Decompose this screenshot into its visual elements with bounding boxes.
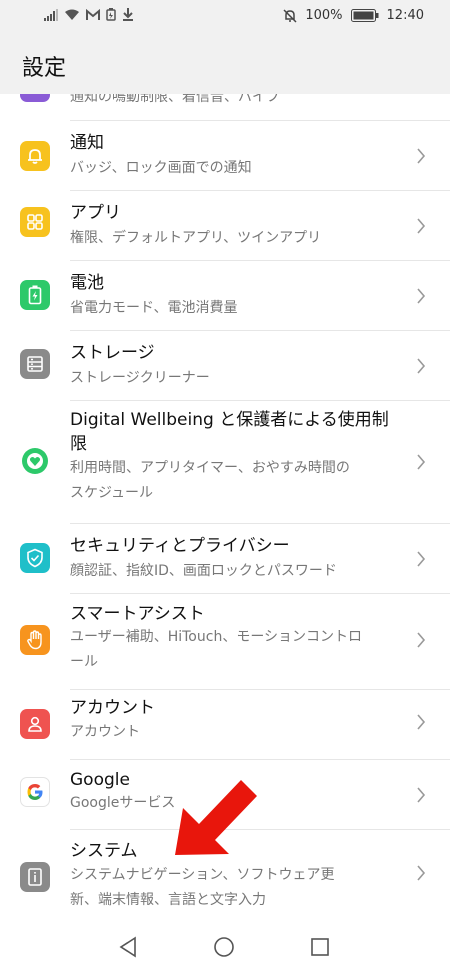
settings-item-notifications[interactable]: 通知 バッジ、ロック画面での通知 [0,121,450,190]
settings-item-security[interactable]: セキュリティとプライバシー 顔認証、指紋ID、画面ロックとパスワード [0,524,450,593]
settings-item-title: Digital Wellbeing と保護者による使用制 限 [70,408,400,456]
chevron-right-icon [417,288,426,304]
status-time: 12:40 [386,8,424,23]
settings-item-subtitle: システムナビゲーション、ソフトウェア更 新、端末情報、言語と文字入力 [70,863,402,913]
page-title: 設定 [22,56,67,81]
battery-icon [350,9,379,22]
account-icon [20,709,50,739]
settings-item-title: 通知 [70,133,104,153]
hand-icon [20,625,50,655]
settings-item-title: アカウント [70,698,155,718]
status-bar: 100% 12:40 [0,0,450,36]
chevron-right-icon [417,865,426,881]
settings-item-accounts[interactable]: アカウント アカウント [0,690,450,759]
settings-item-subtitle: 省電力モード、電池消費量 [70,300,238,316]
settings-item-title: スマートアシスト [70,604,205,624]
settings-item-subtitle-line1: ユーザー補助、HiTouch、モーションコントロ [70,629,363,645]
settings-item-title: ストレージ [70,343,155,363]
google-icon [20,777,50,807]
settings-item-smart-assist[interactable]: スマートアシスト ユーザー補助、HiTouch、モーションコントロ ール [0,594,450,689]
battery-percent: 100% [305,8,343,23]
settings-item-subtitle: アカウント [70,724,140,740]
wellbeing-heart-icon [20,446,50,476]
sound-icon [20,94,50,102]
download-icon [123,8,133,21]
status-left-icons [44,8,134,21]
chevron-right-icon [417,148,426,164]
settings-item-subtitle: 通知の鳴動制限、着信音、バイブ [70,94,280,105]
settings-item-subtitle: 顔認証、指紋ID、画面ロックとパスワード [70,563,337,579]
chevron-right-icon [417,551,426,567]
mute-icon [283,8,297,23]
bell-icon [20,141,50,171]
signal-icon [44,8,58,21]
wifi-icon [65,9,79,20]
settings-item-subtitle-line2: 新、端末情報、言語と文字入力 [70,892,266,908]
battery-saver-icon [106,8,116,21]
settings-item-storage[interactable]: ストレージ ストレージクリーナー [0,331,450,400]
chevron-right-icon [417,358,426,374]
home-icon[interactable] [213,936,235,958]
battery-icon [20,280,50,310]
status-right: 100% 12:40 [283,8,424,23]
settings-item-subtitle: 権限、デフォルトアプリ、ツインアプリ [70,230,322,246]
apps-grid-icon [20,207,50,237]
settings-item-title-line2: 限 [70,434,87,454]
settings-item-title: 電池 [70,273,104,293]
settings-item-sound[interactable]: 通知の鳴動制限、着信音、バイブ [0,94,450,119]
settings-item-subtitle-line2: ール [70,654,98,670]
settings-item-subtitle-line1: 利用時間、アプリタイマー、おやすみ時間の [70,460,350,476]
navigation-bar [0,922,450,975]
settings-item-title-line1: Digital Wellbeing と保護者による使用制 [70,410,389,430]
settings-item-subtitle: バッジ、ロック画面での通知 [70,160,252,176]
settings-item-subtitle: 利用時間、アプリタイマー、おやすみ時間の スケジュール [70,456,402,506]
settings-item-subtitle: ストレージクリーナー [70,370,210,386]
chevron-right-icon [417,454,426,470]
shield-check-icon [20,543,50,573]
settings-item-title: アプリ [70,203,121,223]
system-info-icon [20,862,50,892]
chevron-right-icon [417,714,426,730]
chevron-right-icon [417,632,426,648]
storage-icon [20,349,50,379]
annotation-arrow-icon [175,780,257,855]
settings-item-title: セキュリティとプライバシー [70,536,290,556]
chevron-right-icon [417,218,426,234]
settings-item-subtitle-line2: スケジュール [70,485,154,501]
settings-item-apps[interactable]: アプリ 権限、デフォルトアプリ、ツインアプリ [0,191,450,260]
settings-item-subtitle: ユーザー補助、HiTouch、モーションコントロ ール [70,625,402,675]
mail-icon [86,8,100,20]
settings-item-digital-wellbeing[interactable]: Digital Wellbeing と保護者による使用制 限 利用時間、アプリタ… [0,401,450,523]
settings-item-battery[interactable]: 電池 省電力モード、電池消費量 [0,261,450,330]
app-header: 設定 [0,36,450,94]
back-icon[interactable] [118,936,138,958]
settings-item-subtitle-line1: システムナビゲーション、ソフトウェア更 [70,867,335,883]
recents-icon[interactable] [310,936,330,958]
chevron-right-icon [417,787,426,803]
